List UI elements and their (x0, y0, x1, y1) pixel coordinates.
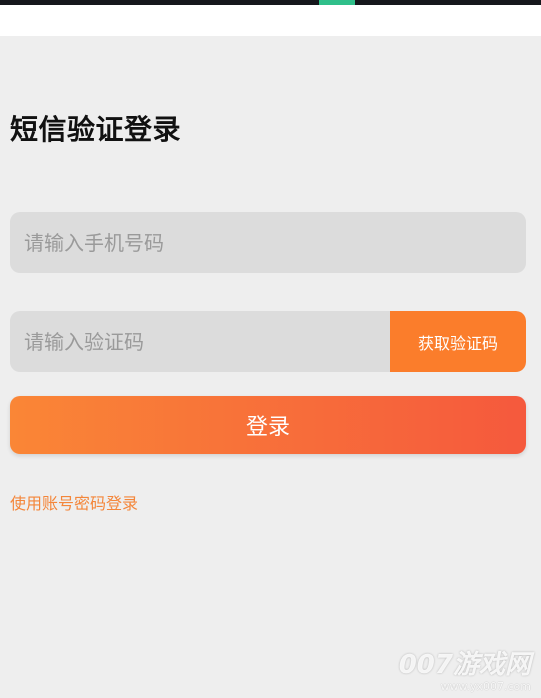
login-button[interactable]: 登录 (10, 396, 526, 454)
watermark-url: www.yx007.com (440, 680, 531, 693)
page-title: 短信验证登录 (10, 113, 182, 146)
code-field-container: 获取验证码 (10, 311, 526, 372)
get-code-button[interactable]: 获取验证码 (390, 311, 526, 372)
watermark: 007游戏网 www.yx007.com (399, 650, 531, 694)
verification-code-input[interactable] (10, 311, 390, 372)
phone-input[interactable] (10, 212, 526, 273)
account-password-login-link[interactable]: 使用账号密码登录 (10, 493, 138, 515)
phone-field-container (10, 212, 526, 273)
header-area (0, 5, 541, 36)
watermark-brand: 007游戏网 (398, 650, 531, 680)
